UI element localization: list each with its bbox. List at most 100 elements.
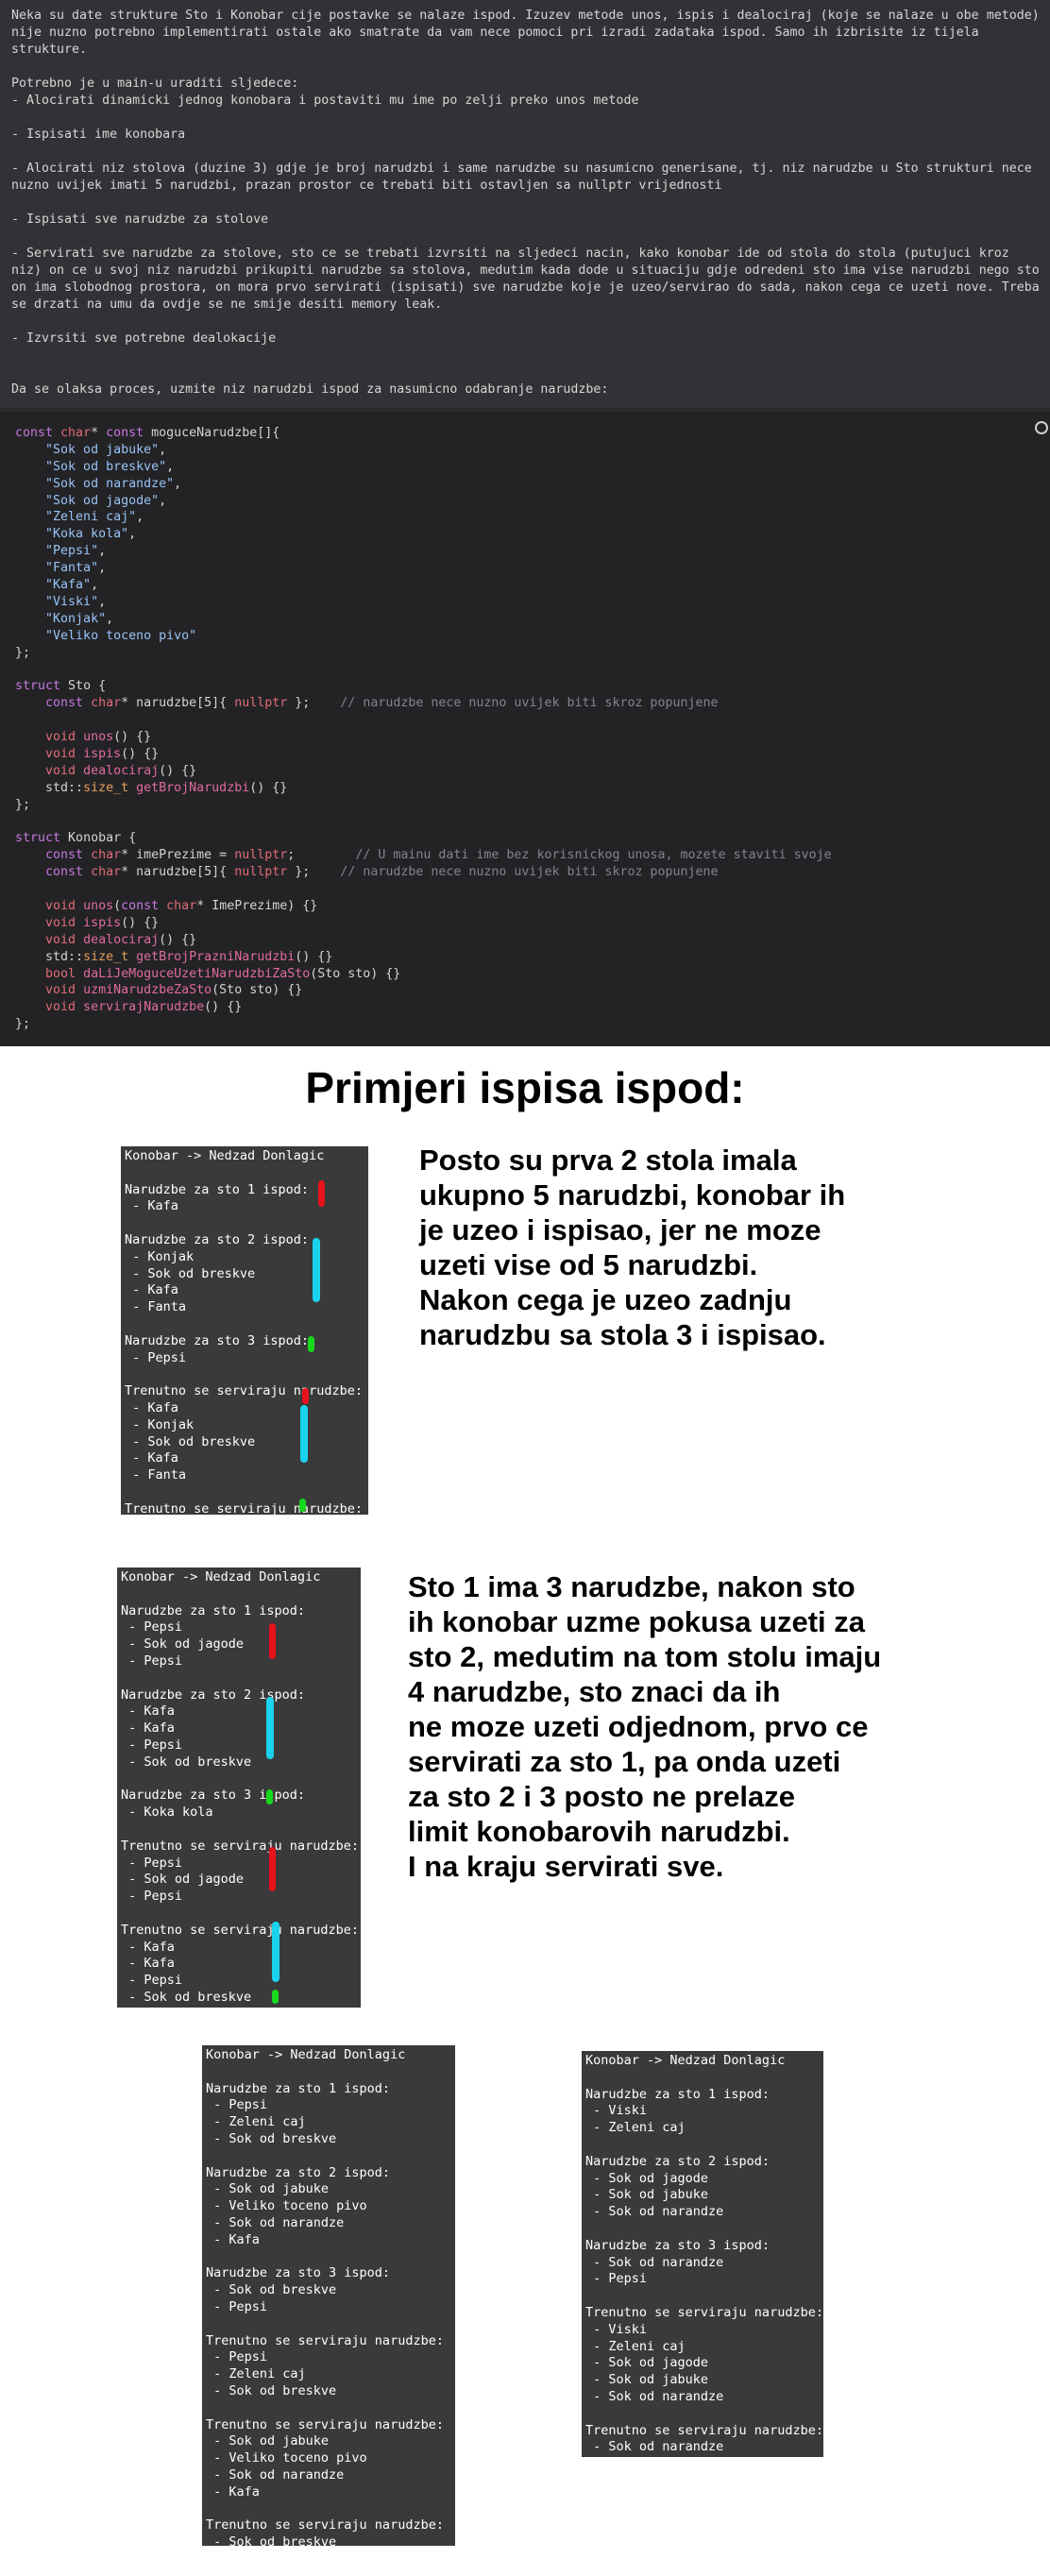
code-line: "Fanta", [45, 561, 107, 576]
terminal-line: - Kafa [125, 1399, 178, 1415]
highlight-mark-green [308, 1336, 314, 1352]
terminal-output-4: Konobar -> Nedzad Donlagic Narudzbe za s… [582, 2051, 823, 2457]
terminal-line: - Sok od narandze [206, 2466, 345, 2483]
terminal-line: Narudzbe za sto 2 ispod: [125, 1231, 310, 1247]
terminal-line: - Pepsi [585, 2456, 820, 2457]
highlight-mark-cyan [300, 1405, 308, 1463]
code-line: bool daLiJeMoguceUzetiNarudzbiZaSto(Sto … [45, 966, 401, 981]
terminal-line: Narudzbe za sto 3 ispod: [206, 2265, 391, 2281]
task-line [11, 364, 1041, 381]
code-line: void ispis() {} [45, 746, 160, 761]
terminal-line: - Sok od jagode [121, 1636, 245, 1652]
code-line: "Sok od narandze", [45, 476, 182, 491]
examples-heading: Primjeri ispisa ispod: [305, 1063, 745, 1112]
terminal-line: - Pepsi [121, 1973, 183, 1989]
terminal-line: Narudzbe za sto 3 ispod: [585, 2237, 771, 2253]
terminal-line: - Kafa [121, 1703, 175, 1720]
code-line: "Pepsi", [45, 544, 107, 559]
terminal-line: - Zeleni caj [585, 2120, 686, 2136]
code-line: "Zeleni caj", [45, 510, 144, 525]
task-line [11, 314, 1041, 330]
explanation-line: je uzeo i ispisao, jer ne moze [419, 1213, 821, 1246]
task-line: Da se olaksa proces, uzmite niz narudzbi… [11, 382, 609, 397]
terminal-line: - Pepsi [206, 2298, 268, 2314]
terminal-line: Konobar -> Nedzad Donlagic [121, 1569, 321, 1585]
highlight-mark-cyan [272, 1922, 279, 1982]
terminal-line: Konobar -> Nedzad Donlagic [206, 2047, 406, 2062]
terminal-line: - Fanta [125, 1299, 187, 1315]
terminal-line: - Kafa [121, 1956, 175, 1972]
terminal-line: - Fanta [125, 1467, 187, 1483]
explanation-line: Sto 1 ima 3 narudzbe, nakon sto [408, 1570, 855, 1603]
terminal-line: Narudzbe za sto 2 ispod: [585, 2153, 771, 2169]
code-line: const char* narudzbe[5]{ nullptr }; // n… [45, 865, 719, 880]
terminal-line: - Sok od jabuke [585, 2372, 709, 2388]
terminal-line: - Pepsi [121, 1737, 183, 1753]
terminal-line: Narudzbe za sto 2 ispod: [121, 1686, 306, 1703]
terminal-line: - Sok od narandze [206, 2214, 345, 2230]
code-line: "Konjak", [45, 611, 114, 626]
terminal-line: Trenutno se serviraju narudzbe: [125, 1383, 363, 1399]
code-line: const char* imePrezime = nullptr; // U m… [45, 848, 832, 863]
highlight-mark-red [302, 1388, 309, 1404]
terminal-line: Trenutno se serviraju narudzbe: [206, 2332, 444, 2348]
copy-icon[interactable] [1035, 421, 1048, 434]
explanation-line: ne moze uzeti odjednom, prvo ce [408, 1710, 869, 1743]
code-line: void unos() {} [45, 730, 152, 745]
terminal-line: Trenutno se serviraju narudzbe: [125, 1500, 363, 1515]
terminal-line: - Kafa [125, 1450, 178, 1466]
terminal-line: - Koka kola [121, 1805, 213, 1821]
terminal-line: Narudzbe za sto 3 ispod: [121, 1788, 306, 1804]
terminal-line: - Sok od breskve [206, 2282, 337, 2298]
terminal-line: Trenutno se serviraju narudzbe: [585, 2304, 823, 2320]
terminal-line: - Pepsi [121, 1652, 183, 1669]
terminal-line: - Kafa [206, 2231, 260, 2247]
code-line: void unos(const char* ImePrezime) {} [45, 898, 318, 913]
terminal-line: Narudzbe za sto 1 ispod: [585, 2086, 771, 2102]
terminal-line: - Pepsi [121, 1619, 183, 1635]
highlight-mark-green [266, 1789, 273, 1805]
task-line: - Izvrsiti sve potrebne dealokacije [11, 331, 277, 346]
code-line: void servirajNarudzbe() {} [45, 1000, 243, 1015]
highlight-mark-red [269, 1847, 276, 1891]
terminal-line: - Sok od breskve [125, 1265, 256, 1281]
terminal-line: - Pepsi [121, 1889, 183, 1905]
code-line: std::size_t getBrojNarudzbi() {} [15, 780, 288, 795]
terminal-line: - Kafa [121, 1720, 175, 1737]
terminal-line: - Koka kola [121, 2007, 357, 2008]
terminal-line: - Pepsi [121, 1855, 183, 1871]
terminal-line: Narudzbe za sto 1 ispod: [125, 1181, 310, 1197]
terminal-line: Narudzbe za sto 3 ispod: [125, 1332, 310, 1348]
explanation-line: narudzbu sa stola 3 i ispisao. [419, 1318, 826, 1351]
explanation-line: limit konobarovih narudzbi. [408, 1815, 790, 1848]
task-line [11, 110, 1041, 127]
highlight-mark-cyan [313, 1238, 320, 1302]
terminal-line: - Kafa [125, 1282, 178, 1298]
terminal-line: - Sok od jabuke [585, 2187, 709, 2203]
terminal-line: - Viski [585, 2321, 648, 2337]
task-line: - Alocirati dinamicki jednog konobara i … [11, 93, 639, 108]
task-line [11, 195, 1041, 212]
highlight-mark-red [318, 1180, 325, 1207]
code-line: "Viski", [45, 594, 107, 609]
explanation-1: Posto su prva 2 stola imala ukupno 5 naru… [419, 1143, 986, 1352]
terminal-line: Trenutno se serviraju narudzbe: [206, 2517, 444, 2534]
terminal-line: - Konjak [125, 1248, 195, 1264]
code-line: struct Konobar { [15, 831, 137, 846]
terminal-line: - Zeleni caj [206, 2366, 306, 2382]
task-line: - Ispisati ime konobara [11, 127, 186, 142]
task-line: - Ispisati sve narudzbe za stolove [11, 212, 269, 227]
highlight-mark-green [272, 1990, 279, 2004]
explanation-2: Sto 1 ima 3 narudzbe, nakon sto ih konoba… [408, 1569, 1012, 1884]
